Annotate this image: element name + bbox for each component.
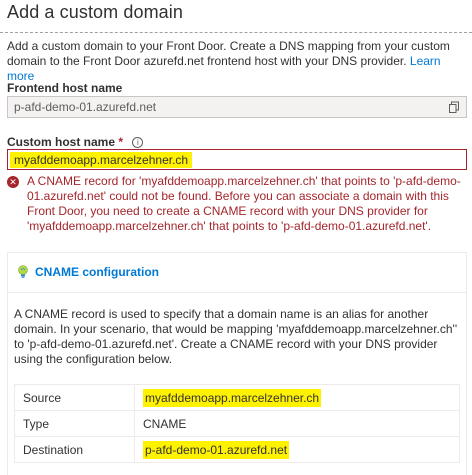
custom-host-input[interactable]: myafddemoapp.marcelzehner.ch [7, 149, 467, 170]
title-divider [0, 32, 472, 33]
row-key: Type [14, 410, 135, 437]
row-key: Source [14, 384, 135, 411]
table-row: Type CNAME [14, 410, 460, 437]
info-icon[interactable]: i [132, 137, 144, 148]
error-message: A CNAME record for 'myafddemoapp.marcelz… [27, 174, 461, 233]
type-value: CNAME [143, 416, 187, 431]
table-row: Source myafddemoapp.marcelzehner.ch [14, 384, 460, 411]
row-value: p-afd-demo-01.azurefd.net [134, 436, 460, 463]
custom-host-label: Custom host name * i [7, 135, 144, 149]
row-value: CNAME [134, 410, 460, 437]
intro-text: Add a custom domain to your Front Door. … [7, 39, 467, 84]
required-mark: * [118, 135, 124, 149]
custom-host-label-text: Custom host name [7, 135, 116, 149]
frontend-host-field: p-afd-demo-01.azurefd.net [7, 96, 467, 118]
cname-table: Source myafddemoapp.marcelzehner.ch Type… [14, 384, 460, 463]
error-icon: ✕ [7, 176, 19, 188]
intro-description: Add a custom domain to your Front Door. … [7, 39, 450, 68]
frontend-host-label: Frontend host name [7, 81, 123, 95]
custom-host-value: myafddemoapp.marcelzehner.ch [10, 152, 193, 168]
lightbulb-icon [18, 265, 28, 278]
cname-configuration-title: CNAME configuration [35, 265, 159, 279]
frontend-host-value: p-afd-demo-01.azurefd.net [14, 100, 157, 114]
table-row: Destination p-afd-demo-01.azurefd.net [14, 436, 460, 463]
cname-description: A CNAME record is used to specify that a… [14, 307, 458, 366]
cname-configuration-header[interactable]: CNAME configuration [7, 252, 467, 292]
page-title: Add a custom domain [7, 2, 183, 22]
copy-icon[interactable] [448, 101, 460, 113]
row-key: Destination [14, 436, 135, 463]
destination-value: p-afd-demo-01.azurefd.net [143, 440, 290, 459]
source-value: myafddemoapp.marcelzehner.ch [143, 388, 322, 407]
cname-configuration-panel: A CNAME record is used to specify that a… [7, 292, 467, 475]
row-value: myafddemoapp.marcelzehner.ch [134, 384, 460, 411]
